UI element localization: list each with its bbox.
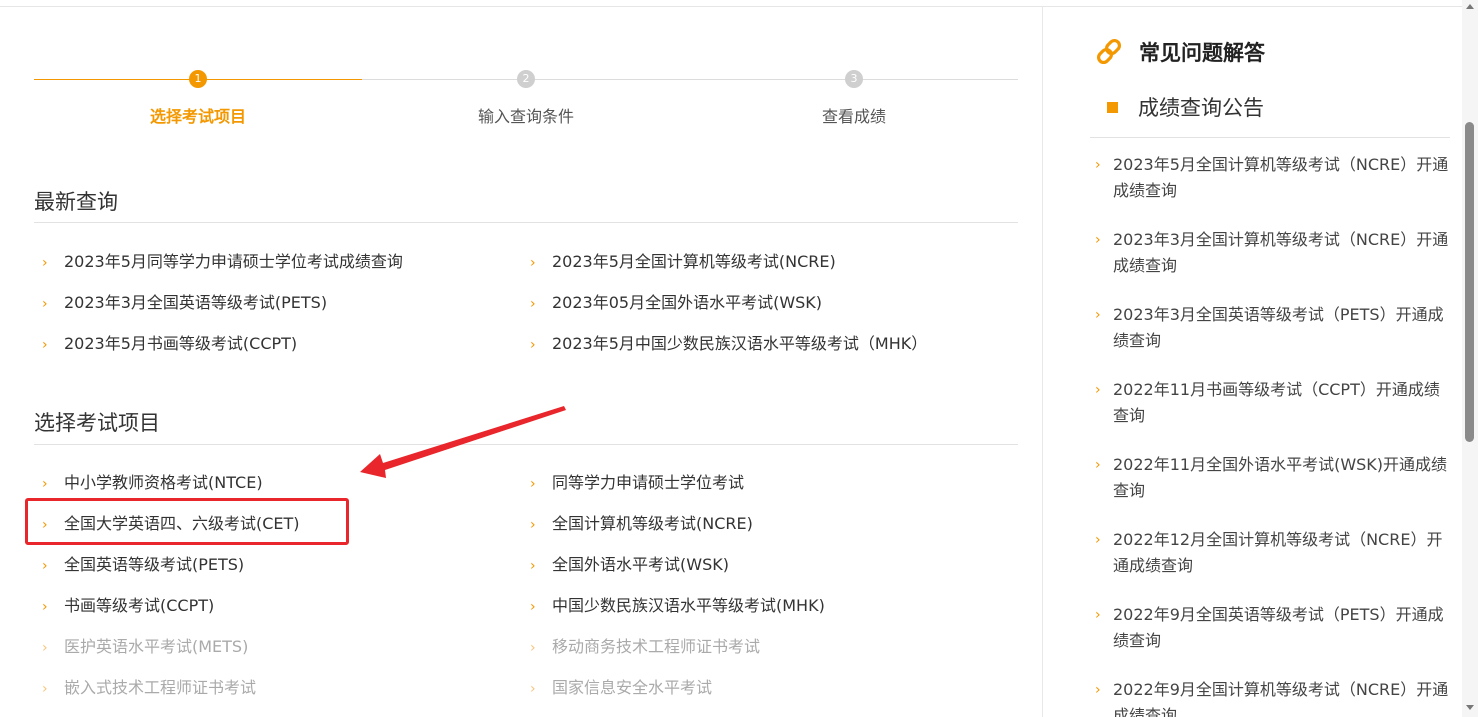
highlight-box xyxy=(25,498,349,545)
chevron-right-icon: › xyxy=(1095,532,1101,548)
arrow-shape xyxy=(360,406,566,478)
step-1-label: 选择考试项目 xyxy=(149,107,246,126)
notice-item[interactable]: › 2023年5月全国计算机等级考试（NCRE）开通成绩查询 xyxy=(1095,152,1455,204)
step-3: 3 查看成绩 xyxy=(690,68,1018,127)
step-1: 1 选择考试项目 xyxy=(34,68,362,127)
chevron-right-icon: › xyxy=(530,296,536,312)
step-2-label: 输入查询条件 xyxy=(477,107,574,126)
step-3-label: 查看成绩 xyxy=(821,107,886,126)
chevron-right-icon: › xyxy=(1095,232,1101,248)
step-progress: 1 选择考试项目 2 输入查询条件 3 查看成绩 xyxy=(34,68,1018,128)
chevron-right-icon: › xyxy=(1095,682,1101,698)
chevron-right-icon: › xyxy=(530,517,536,533)
exam-item-mets: › 医护英语水平考试(METS) xyxy=(42,637,249,656)
exam-item-ntce[interactable]: › 中小学教师资格考试(NTCE) xyxy=(42,469,263,493)
exam-item-mobile-commerce: › 移动商务技术工程师证书考试 xyxy=(530,637,761,656)
link-icon xyxy=(1096,38,1122,65)
notice-item[interactable]: › 2022年9月全国英语等级考试（PETS）开通成绩查询 xyxy=(1095,602,1455,654)
exam-item-embedded: › 嵌入式技术工程师证书考试 xyxy=(42,678,257,697)
exam-item-mhk[interactable]: › 中国少数民族汉语水平等级考试(MHK) xyxy=(530,592,825,616)
faq-link[interactable]: 常见问题解答 xyxy=(1095,37,1265,67)
chevron-right-icon: › xyxy=(1095,607,1101,623)
exam-section-title: 选择考试项目 xyxy=(34,411,160,435)
step-1-number: 1 xyxy=(189,70,207,88)
chevron-right-icon: › xyxy=(530,558,536,574)
exam-item-infosec: › 国家信息安全水平考试 xyxy=(530,678,713,697)
chevron-right-icon: › xyxy=(42,599,48,615)
chevron-right-icon: › xyxy=(530,476,536,492)
exam-item-pets[interactable]: › 全国英语等级考试(PETS) xyxy=(42,551,244,575)
latest-item[interactable]: › 2023年3月全国英语等级考试(PETS) xyxy=(42,289,327,313)
chevron-right-icon: › xyxy=(42,640,48,656)
chevron-right-icon: › xyxy=(42,558,48,574)
step-3-number: 3 xyxy=(845,70,863,88)
exam-item-ccpt[interactable]: › 书画等级考试(CCPT) xyxy=(42,592,214,616)
chevron-right-icon: › xyxy=(1095,307,1101,323)
scroll-down-arrow-icon[interactable] xyxy=(1466,705,1474,710)
chevron-right-icon: › xyxy=(42,476,48,492)
latest-section-title: 最新查询 xyxy=(34,190,118,214)
faq-title: 常见问题解答 xyxy=(1139,41,1265,65)
latest-item[interactable]: › 2023年5月全国计算机等级考试(NCRE) xyxy=(530,248,836,272)
chevron-right-icon: › xyxy=(42,337,48,353)
chevron-right-icon: › xyxy=(530,255,536,271)
exam-section-divider xyxy=(34,444,1018,445)
scrollbar-thumb[interactable] xyxy=(1465,122,1474,442)
notice-item[interactable]: › 2022年9月全国计算机等级考试（NCRE）开通成绩查询 xyxy=(1095,677,1455,717)
notice-item[interactable]: › 2023年3月全国计算机等级考试（NCRE）开通成绩查询 xyxy=(1095,227,1455,279)
chevron-right-icon: › xyxy=(42,681,48,697)
latest-item[interactable]: › 2023年5月中国少数民族汉语水平等级考试（MHK） xyxy=(530,330,927,354)
chevron-right-icon: › xyxy=(530,599,536,615)
chevron-right-icon: › xyxy=(1095,382,1101,398)
latest-item[interactable]: › 2023年05月全国外语水平考试(WSK) xyxy=(530,289,822,313)
main-panel: 1 选择考试项目 2 输入查询条件 3 查看成绩 最新查询 › 2023年5月同等… xyxy=(0,0,1042,717)
scrollbar[interactable] xyxy=(1462,0,1478,717)
notice-divider xyxy=(1090,137,1450,138)
sidebar: 常见问题解答 成绩查询公告 › 2023年5月全国计算机等级考试（NCRE）开通成… xyxy=(1043,0,1462,717)
chevron-right-icon: › xyxy=(530,640,536,656)
square-bullet-icon xyxy=(1107,101,1118,113)
chevron-right-icon: › xyxy=(530,337,536,353)
notice-header: 成绩查询公告 xyxy=(1107,92,1264,122)
chevron-right-icon: › xyxy=(1095,157,1101,173)
latest-item[interactable]: › 2023年5月书画等级考试(CCPT) xyxy=(42,330,297,354)
chevron-right-icon: › xyxy=(42,296,48,312)
notice-item[interactable]: › 2022年11月全国外语水平考试(WSK)开通成绩查询 xyxy=(1095,452,1455,504)
exam-item-ncre[interactable]: › 全国计算机等级考试(NCRE) xyxy=(530,510,753,534)
notice-item[interactable]: › 2022年11月书画等级考试（CCPT）开通成绩查询 xyxy=(1095,377,1455,429)
notice-list: › 2023年5月全国计算机等级考试（NCRE）开通成绩查询 › 2023年3月全国… xyxy=(1095,152,1455,717)
notice-item[interactable]: › 2023年3月全国英语等级考试（PETS）开通成绩查询 xyxy=(1095,302,1455,354)
exam-item-wsk[interactable]: › 全国外语水平考试(WSK) xyxy=(530,551,729,575)
notice-title: 成绩查询公告 xyxy=(1138,96,1264,120)
exam-item-degree[interactable]: › 同等学力申请硕士学位考试 xyxy=(530,469,744,493)
chevron-right-icon: › xyxy=(1095,457,1101,473)
step-2-number: 2 xyxy=(517,70,535,88)
notice-item[interactable]: › 2022年12月全国计算机等级考试（NCRE）开通成绩查询 xyxy=(1095,527,1455,579)
chevron-right-icon: › xyxy=(530,681,536,697)
chevron-right-icon: › xyxy=(42,255,48,271)
latest-section-divider xyxy=(34,222,1018,223)
step-2: 2 输入查询条件 xyxy=(362,68,690,127)
latest-item[interactable]: › 2023年5月同等学力申请硕士学位考试成绩查询 xyxy=(42,248,403,272)
scroll-up-arrow-icon[interactable] xyxy=(1466,4,1474,9)
latest-query-list: › 2023年5月同等学力申请硕士学位考试成绩查询 › 2023年5月全国计算机等级… xyxy=(42,248,1022,371)
